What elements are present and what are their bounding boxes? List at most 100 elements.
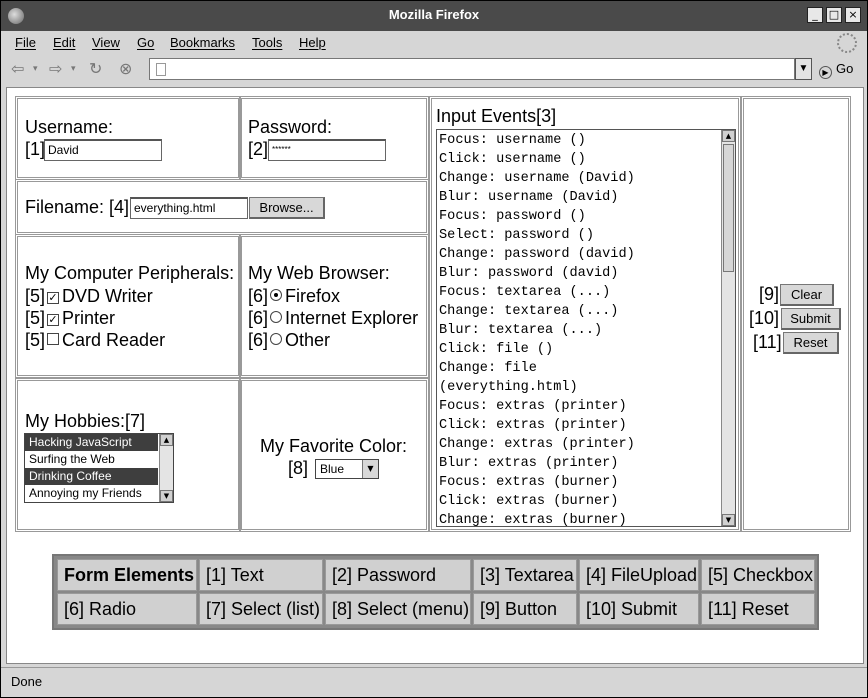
back-dropdown-icon[interactable]: ▾ xyxy=(33,64,38,74)
event-log-line: Blur: textarea (...) xyxy=(439,323,603,338)
event-log-line: Click: extras (printer) xyxy=(439,418,627,433)
legend-cell: [8] Select (menu) xyxy=(325,593,471,625)
go-arrow-icon: ▶ xyxy=(819,66,832,79)
clear-button[interactable]: Clear xyxy=(780,284,834,306)
checkbox-label: Card Reader xyxy=(62,330,166,350)
minimize-button[interactable]: _ xyxy=(807,7,823,23)
list-option[interactable]: Drinking Coffee xyxy=(25,468,158,485)
checkbox-label: Printer xyxy=(62,308,116,328)
radio-firefox[interactable]: [6] Firefox xyxy=(248,286,340,307)
events-textarea[interactable]: Focus: username () Click: username () Chan… xyxy=(436,129,736,527)
menu-view[interactable]: View xyxy=(92,35,120,50)
menu-help[interactable]: Help xyxy=(299,35,326,50)
event-log-line: Focus: password () xyxy=(439,209,586,224)
reload-icon[interactable]: ↻ xyxy=(89,59,102,78)
scroll-up-icon[interactable]: ▲ xyxy=(160,434,173,446)
legend-cell: [7] Select (list) xyxy=(199,593,323,625)
legend-cell: [9] Button xyxy=(473,593,577,625)
reset-button[interactable]: Reset xyxy=(783,332,839,354)
list-option[interactable]: Hacking JavaScript xyxy=(25,434,158,451)
check-icon[interactable]: ✓ xyxy=(47,292,60,304)
unchecked-box-icon[interactable] xyxy=(47,333,60,345)
scroll-thumb[interactable] xyxy=(723,144,734,272)
hobbies-label: My Hobbies:[7] xyxy=(25,411,146,431)
forward-dropdown-icon[interactable]: ▾ xyxy=(71,64,76,74)
username-label: Username: xyxy=(25,117,114,137)
event-log-line: Click: file () xyxy=(439,342,554,357)
list-option[interactable]: Surfing the Web xyxy=(25,451,158,468)
submit-button[interactable]: Submit xyxy=(781,308,841,330)
menu-bookmarks[interactable]: Bookmarks xyxy=(170,35,235,50)
username-index: [1] xyxy=(25,139,46,159)
stop-icon[interactable]: ⊗ xyxy=(119,59,132,78)
color-select-value: Blue xyxy=(320,462,345,476)
event-log-line: Change: file xyxy=(439,361,537,376)
menu-edit[interactable]: Edit xyxy=(53,35,75,50)
event-log-line: Blur: password (david) xyxy=(439,266,619,281)
url-history-dropdown[interactable]: ▼ xyxy=(795,58,812,80)
go-label: Go xyxy=(836,61,854,76)
chevron-down-icon[interactable]: ▼ xyxy=(362,460,378,478)
peripherals-label: My Computer Peripherals: xyxy=(25,263,235,283)
radio-internet-explorer[interactable]: [6] Internet Explorer xyxy=(248,308,418,329)
legend-header: Form Elements xyxy=(57,559,197,591)
radio-label: Other xyxy=(285,330,331,350)
checkbox-index: [5] xyxy=(25,286,46,306)
textarea-scrollbar[interactable]: ▲ ▼ xyxy=(721,130,735,526)
menu-go[interactable]: Go xyxy=(137,35,154,50)
go-button[interactable]: ▶ Go xyxy=(819,61,853,79)
color-select[interactable]: Blue ▼ xyxy=(315,459,379,479)
checkbox-printer[interactable]: [5] ✓ Printer xyxy=(25,308,115,329)
check-icon[interactable]: ✓ xyxy=(47,314,60,326)
scroll-down-icon[interactable]: ▼ xyxy=(160,490,173,502)
events-log: Focus: username () Click: username () Chan… xyxy=(439,131,719,526)
title-bar: Mozilla Firefox _ □ × xyxy=(1,1,867,31)
url-field[interactable] xyxy=(149,58,795,80)
event-log-line: Change: password (david) xyxy=(439,247,635,262)
filename-cell: Filename: [4] everything.html Browse... xyxy=(15,179,429,235)
checkbox-dvd-writer[interactable]: [5] ✓ DVD Writer xyxy=(25,286,153,307)
scroll-down-icon[interactable]: ▼ xyxy=(722,514,735,526)
radio-other[interactable]: [6] Other xyxy=(248,330,330,351)
page-icon xyxy=(156,63,166,76)
color-label: My Favorite Color: xyxy=(260,436,408,456)
list-option[interactable]: Annoying my Friends xyxy=(25,485,158,502)
radio-selected-icon[interactable] xyxy=(270,289,283,301)
username-field[interactable]: David xyxy=(44,139,162,161)
browser-window: Mozilla Firefox _ □ × File Edit View Go … xyxy=(0,0,868,698)
hobbies-listbox[interactable]: Hacking JavaScript Surfing the Web Drink… xyxy=(24,433,174,503)
form-elements-legend: Form Elements [1] Text [2] Password [3] … xyxy=(52,554,819,630)
forward-icon[interactable]: ⇨ xyxy=(49,59,62,78)
reset-index: [11] xyxy=(753,332,782,352)
navigation-toolbar: ⇦ ▾ ⇨ ▾ ↻ ⊗ ▼ ▶ Go xyxy=(5,56,863,84)
file-path-field[interactable]: everything.html xyxy=(130,197,248,219)
event-log-line: (everything.html) xyxy=(439,380,578,395)
radio-icon[interactable] xyxy=(270,311,283,323)
browser-label: My Web Browser: xyxy=(248,263,390,283)
scroll-up-icon[interactable]: ▲ xyxy=(722,130,735,142)
status-bar: Done xyxy=(1,667,867,697)
legend-cell: [6] Radio xyxy=(57,593,197,625)
event-log-line: Change: username (David) xyxy=(439,171,635,186)
color-index: [8] xyxy=(288,458,309,478)
events-label: Input Events[3] xyxy=(436,106,557,126)
menu-file[interactable]: File xyxy=(15,35,36,50)
radio-index: [6] xyxy=(248,308,269,328)
checkbox-index: [5] xyxy=(25,330,46,350)
checkbox-card-reader[interactable]: [5] Card Reader xyxy=(25,330,165,351)
password-field[interactable]: ****** xyxy=(268,139,386,161)
back-icon[interactable]: ⇦ xyxy=(11,59,24,78)
events-cell: Input Events[3] Focus: username () Click:… xyxy=(429,96,741,532)
legend-cell: [5] Checkbox xyxy=(701,559,815,591)
maximize-button[interactable]: □ xyxy=(826,7,842,23)
menu-tools[interactable]: Tools xyxy=(252,35,282,50)
radio-index: [6] xyxy=(248,330,269,350)
radio-icon[interactable] xyxy=(270,333,283,345)
browse-button[interactable]: Browse... xyxy=(249,197,325,219)
filename-label: Filename: xyxy=(25,197,105,217)
password-label: Password: xyxy=(248,117,333,137)
listbox-scrollbar[interactable]: ▲ ▼ xyxy=(159,434,173,502)
close-button[interactable]: × xyxy=(845,7,861,23)
legend-cell: [10] Submit xyxy=(579,593,699,625)
event-log-line: Blur: username (David) xyxy=(439,190,619,205)
